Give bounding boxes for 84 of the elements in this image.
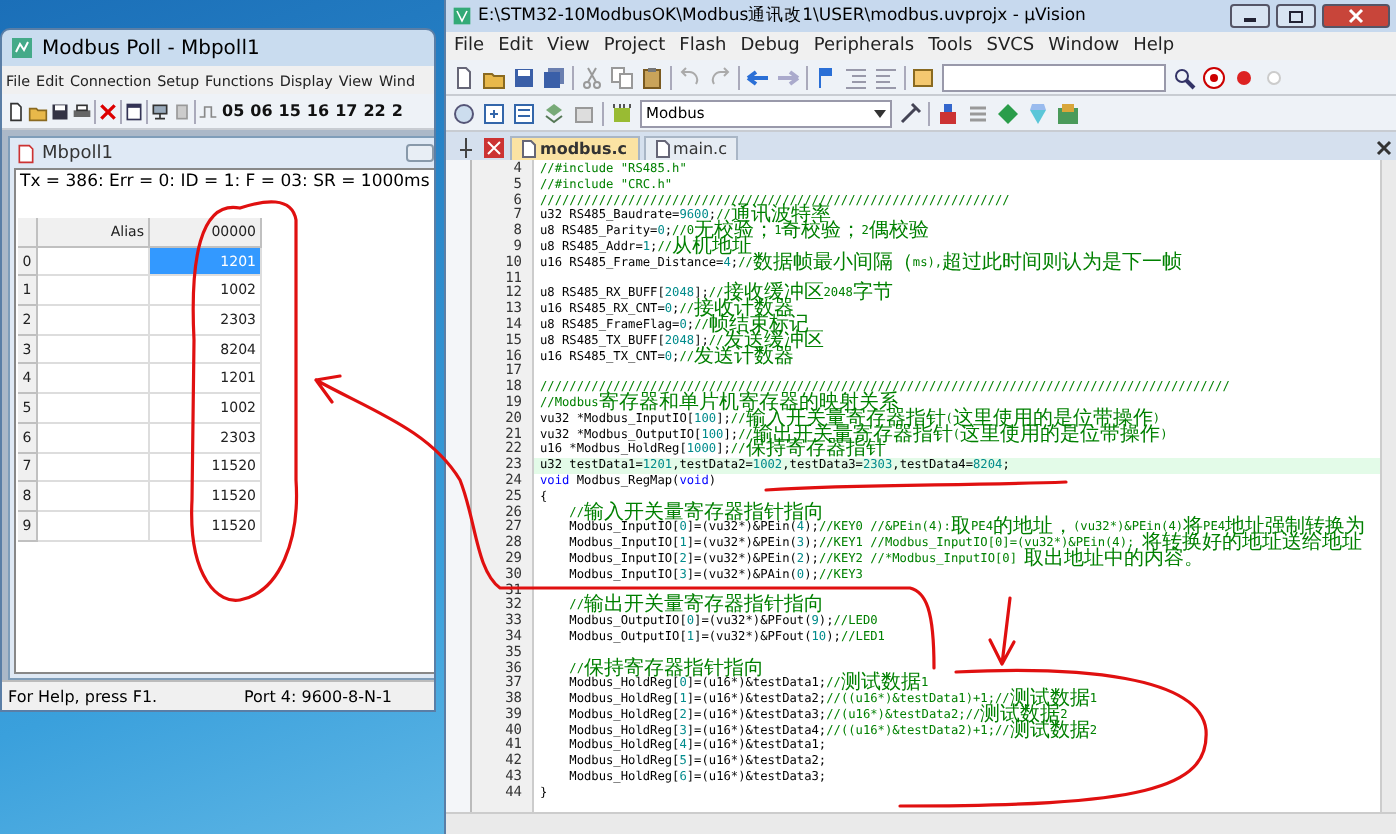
window-title: E:\STM32-10ModbusOK\Modbus通讯改1\USER\modbus.uvprojx - µVision [478, 4, 1086, 28]
save-icon[interactable] [50, 101, 70, 121]
breakpoint-icon[interactable] [1232, 65, 1256, 89]
arrow-annotation [988, 596, 1016, 666]
alias-cell[interactable] [38, 335, 150, 365]
translate-icon[interactable] [452, 101, 476, 125]
build-icon[interactable] [482, 101, 506, 125]
paste-icon[interactable] [640, 65, 664, 89]
alias-cell[interactable] [38, 511, 150, 542]
search-combo-field[interactable] [942, 63, 1166, 91]
file-tab[interactable]: modbus.c [510, 136, 640, 160]
copy-icon[interactable] [610, 65, 634, 89]
menu-item[interactable]: Peripherals [813, 36, 915, 56]
menu-item[interactable]: Flash [679, 36, 727, 56]
alias-cell[interactable] [38, 423, 150, 453]
alias-cell[interactable] [38, 306, 150, 336]
menu-item[interactable]: Tools [928, 36, 973, 56]
outdent-icon[interactable] [874, 65, 898, 89]
menu-item[interactable]: Window [1048, 36, 1120, 56]
debug-icon[interactable] [1202, 65, 1226, 89]
status-text: For Help, press F1. [8, 687, 160, 705]
close-button[interactable] [1322, 4, 1390, 28]
options-icon[interactable] [898, 101, 922, 125]
save-icon[interactable] [512, 65, 536, 89]
alias-cell[interactable] [38, 276, 150, 307]
components-icon[interactable] [936, 101, 960, 125]
find-icon[interactable] [1172, 65, 1196, 89]
indent-icon[interactable] [844, 65, 868, 89]
function-code-button[interactable]: 17 [333, 102, 360, 120]
menu-item[interactable]: Help [1133, 36, 1175, 56]
function-code-button[interactable]: 05 [220, 102, 247, 120]
save-all-icon[interactable] [542, 65, 566, 89]
function-code-button[interactable]: 06 [248, 102, 275, 120]
rebuild-icon[interactable] [512, 101, 536, 125]
maximize-icon [1288, 9, 1304, 23]
stop-icon[interactable] [572, 101, 596, 125]
window-icon[interactable] [124, 101, 144, 121]
cut-icon[interactable] [580, 65, 604, 89]
pin-icon[interactable] [454, 136, 478, 160]
new-file-icon[interactable] [452, 65, 476, 89]
menu-item[interactable]: SVCS [986, 36, 1035, 56]
app-icon[interactable] [452, 6, 472, 26]
function-code-button[interactable]: 2 [389, 102, 405, 120]
file-tab[interactable]: main.c [643, 136, 739, 160]
status-text: Port 4: 9600-8-N-1 [244, 687, 392, 705]
status-line: Tx = 386: Err = 0: ID = 1: F = 03: SR = 1000ms [18, 170, 432, 196]
alias-cell[interactable] [38, 364, 150, 395]
diamond-icon[interactable] [996, 101, 1020, 125]
alias-cell[interactable] [38, 453, 150, 483]
stack-icon[interactable] [966, 101, 990, 125]
find-in-files-icon[interactable] [912, 65, 936, 89]
dropdown-arrow-icon [874, 109, 886, 117]
menu-item[interactable]: Edit [498, 36, 533, 56]
menu-item[interactable]: View [547, 36, 590, 56]
back-arrow-icon[interactable] [746, 65, 770, 89]
batch-icon[interactable] [542, 101, 566, 125]
close-icon[interactable] [98, 101, 118, 121]
project-close-icon[interactable] [482, 136, 506, 160]
pulse-icon[interactable] [198, 101, 218, 121]
horizontal-scrollbar[interactable] [446, 812, 1396, 834]
child-window-title: Mbpoll1 [42, 143, 113, 163]
alias-cell[interactable] [38, 394, 150, 424]
flag-icon[interactable] [814, 65, 838, 89]
document-icon[interactable] [16, 143, 36, 163]
menu-item[interactable]: Debug [740, 36, 800, 56]
vertical-scrollbar[interactable] [1380, 160, 1396, 812]
maximize-button[interactable] [1276, 4, 1316, 28]
menu-item[interactable]: Project [603, 36, 666, 56]
function-code-button[interactable]: 16 [304, 102, 332, 120]
close-icon[interactable] [1372, 136, 1396, 160]
window-title: Modbus Poll - Mbpoll1 [42, 37, 260, 59]
menu-item[interactable]: File [454, 36, 485, 56]
new-file-icon[interactable] [6, 101, 26, 121]
alias-cell[interactable] [38, 482, 150, 512]
minimize-button[interactable] [1230, 4, 1270, 28]
corner-cell [18, 218, 38, 248]
function-code-button[interactable]: 22 [361, 102, 388, 120]
print-icon[interactable] [72, 101, 92, 121]
function-code-button[interactable]: 15 [276, 102, 303, 120]
books-icon[interactable] [1056, 101, 1080, 125]
close-icon [1348, 8, 1364, 24]
download-icon[interactable] [610, 101, 634, 125]
connect-icon[interactable] [150, 101, 170, 121]
app-icon[interactable] [10, 36, 34, 60]
